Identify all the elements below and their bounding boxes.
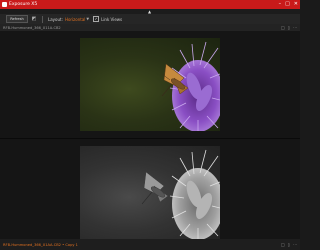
layout-label: Layout:: [48, 16, 63, 22]
toolbar-divider: [42, 15, 43, 23]
refresh-button[interactable]: Refresh: [6, 15, 28, 23]
butterfly-bw: [141, 171, 169, 205]
top-pane-tools: □ ▯ ⋯: [281, 25, 297, 30]
bw-photo: [80, 146, 220, 239]
bottom-image-viewer[interactable]: [0, 138, 300, 240]
more-icon[interactable]: ⋯: [293, 25, 297, 30]
maximize-button[interactable]: □: [285, 1, 290, 8]
top-image-viewer[interactable]: [0, 31, 300, 138]
link-views-label: Link Views: [101, 16, 123, 22]
close-button[interactable]: ✕: [294, 1, 298, 8]
top-pane-header: RFB-Hummoned_366_X11A-CB2 □ ▯ ⋯: [0, 24, 300, 31]
layout-select[interactable]: Horizontal: [65, 17, 85, 22]
more-icon[interactable]: ⋯: [293, 242, 297, 247]
app-icon: [2, 2, 7, 7]
compare-icon[interactable]: ◩: [31, 16, 37, 22]
split-view-icon[interactable]: ▯: [288, 25, 290, 30]
checkmark-icon: ✓: [94, 17, 98, 21]
single-view-icon[interactable]: □: [281, 242, 285, 247]
compare-toolbar: Refresh ◩ Layout: Horizontal ▼ ✓ Link Vi…: [0, 14, 300, 24]
bottom-pane-filename: RFB-Hummoned_366_X1AA-CB2 • Copy 1: [3, 242, 78, 247]
butterfly-on-thistle-bw-image: [141, 149, 220, 239]
single-view-icon[interactable]: □: [281, 25, 285, 30]
top-pane-filename: RFB-Hummoned_366_X11A-CB2: [3, 25, 61, 30]
bottom-pane-footer: RFB-Hummoned_366_X1AA-CB2 • Copy 1 □ ▯ ⋯: [0, 239, 300, 250]
butterfly-on-thistle-image: [161, 41, 220, 131]
color-photo: [80, 38, 220, 131]
window-title: Exposure X5: [9, 2, 38, 7]
dropdown-chevron-icon[interactable]: ▼: [86, 17, 89, 21]
bottom-pane-tools: □ ▯ ⋯: [281, 242, 297, 247]
split-view-icon[interactable]: ▯: [288, 242, 290, 247]
title-bar: Exposure X5 – □ ✕: [0, 0, 300, 9]
link-views-checkbox[interactable]: ✓: [93, 16, 100, 22]
window-controls: – □ ✕: [279, 1, 298, 8]
minimize-button[interactable]: –: [279, 1, 282, 8]
